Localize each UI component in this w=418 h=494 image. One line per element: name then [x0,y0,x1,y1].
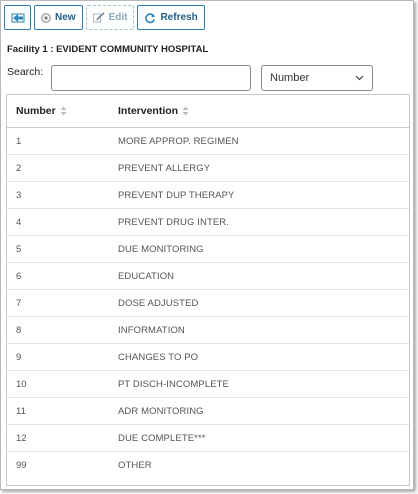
chevron-down-icon [355,75,364,81]
row-number: 11 [16,405,26,417]
table-row[interactable]: 9 CHANGES TO PO [7,344,409,371]
edit-button-label: Edit [108,12,128,23]
row-number: 99 [16,460,27,471]
intervention-panel: New Edit Refresh Facility 1 : EVIDENT CO… [0,0,414,490]
column-header-label: Number [16,105,56,117]
row-intervention: PREVENT DRUG INTER. [118,216,229,228]
row-number: 6 [16,270,22,282]
back-button[interactable] [4,5,31,30]
edit-pencil-icon [92,12,105,23]
refresh-button[interactable]: Refresh [137,5,205,30]
sort-icon [182,106,189,116]
column-header-number[interactable]: Number [7,105,108,117]
sort-icon [60,106,67,116]
row-intervention: ADR MONITORING [118,405,204,417]
search-column-select[interactable]: Number [261,65,373,91]
table-row[interactable]: 2 PREVENT ALLERGY [7,155,409,182]
row-intervention: OTHER [118,460,152,471]
search-column-selected: Number [270,72,310,84]
table-row[interactable]: 4 PREVENT DRUG INTER. [7,209,409,236]
interventions-table: Number Intervention 1 MORE APPROP. REGIM… [6,94,410,486]
new-button[interactable]: New [34,5,83,30]
table-row[interactable]: 5 DUE MONITORING [7,236,409,263]
new-button-label: New [55,12,76,23]
refresh-button-label: Refresh [160,12,198,23]
row-number: 9 [16,351,22,363]
row-number: 2 [16,162,22,174]
search-input[interactable] [51,65,251,91]
edit-button[interactable]: Edit [85,5,135,30]
row-number: 8 [16,324,22,336]
row-intervention: EDUCATION [118,270,175,282]
search-label: Search: [7,66,44,78]
column-header-label: Intervention [118,105,179,117]
column-header-intervention[interactable]: Intervention [108,105,189,117]
row-intervention: CHANGES TO PO [118,351,199,363]
toolbar: New Edit Refresh [4,5,205,30]
table-header: Number Intervention [7,95,409,128]
row-intervention: PT DISCH-INCOMPLETE [118,378,229,390]
table-body: 1 MORE APPROP. REGIMEN 2 PREVENT ALLERGY… [7,128,409,479]
table-row[interactable]: 10 PT DISCH-INCOMPLETE [7,371,409,398]
table-row[interactable]: 8 INFORMATION [7,317,409,344]
table-row[interactable]: 12 DUE COMPLETE*** [7,425,409,452]
row-intervention: DUE MONITORING [118,243,204,255]
row-number: 7 [16,297,22,309]
row-intervention: DUE COMPLETE*** [118,432,206,444]
row-number: 10 [16,378,27,390]
table-row[interactable]: 11 ADR MONITORING [7,398,409,425]
row-number: 4 [16,216,22,228]
row-number: 12 [16,432,27,444]
refresh-icon [144,12,156,24]
table-row[interactable]: 3 PREVENT DUP THERAPY [7,182,409,209]
row-number: 3 [16,189,22,201]
row-intervention: PREVENT DUP THERAPY [118,189,235,201]
table-row[interactable]: 1 MORE APPROP. REGIMEN [7,128,409,155]
new-circle-icon [41,12,51,23]
row-intervention: DOSE ADJUSTED [118,297,199,309]
facility-title: Facility 1 : EVIDENT COMMUNITY HOSPITAL [7,44,209,55]
back-arrow-icon [11,12,25,24]
table-row[interactable]: 7 DOSE ADJUSTED [7,290,409,317]
row-number: 5 [16,243,22,255]
row-number: 1 [16,135,22,147]
row-intervention: PREVENT ALLERGY [118,162,211,174]
row-intervention: INFORMATION [118,324,185,336]
table-row[interactable]: 99 OTHER [7,452,409,479]
table-row[interactable]: 6 EDUCATION [7,263,409,290]
row-intervention: MORE APPROP. REGIMEN [118,135,239,147]
